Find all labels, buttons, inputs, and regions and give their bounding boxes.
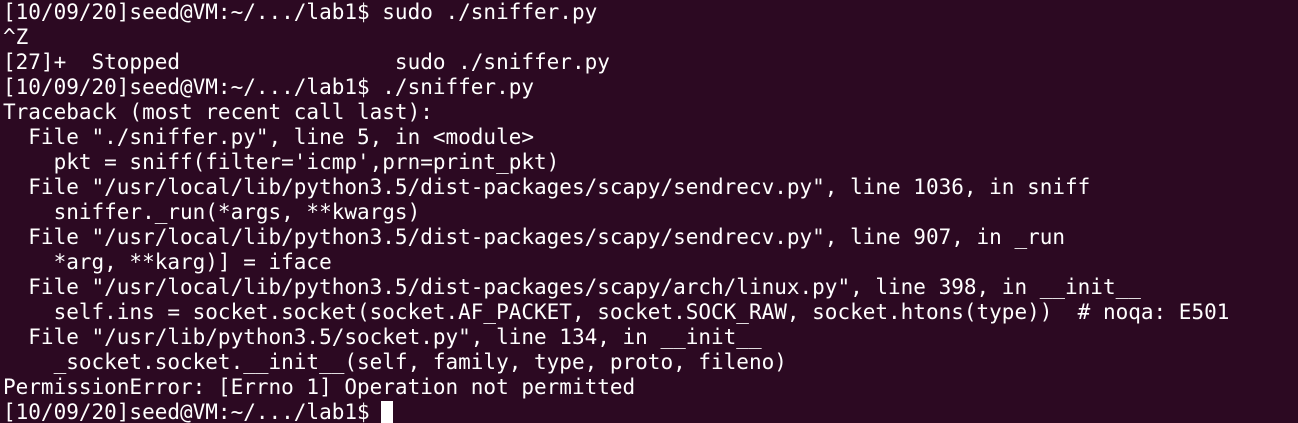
terminal-line: File "/usr/local/lib/python3.5/dist-pack… <box>3 275 1141 299</box>
terminal-line: sniffer._run(*args, **kwargs) <box>3 200 421 224</box>
terminal-line: pkt = sniff(filter='icmp',prn=print_pkt) <box>3 150 560 174</box>
terminal-window[interactable]: [10/09/20]seed@VM:~/.../lab1$ sudo ./sni… <box>0 0 1298 423</box>
terminal-line: File "/usr/local/lib/python3.5/dist-pack… <box>3 225 1066 249</box>
terminal-line: PermissionError: [Errno 1] Operation not… <box>3 375 636 399</box>
terminal-prompt-line[interactable]: [10/09/20]seed@VM:~/.../lab1$ <box>3 400 1298 423</box>
terminal-line: *arg, **karg)] = iface <box>3 250 332 274</box>
terminal-line: ^Z <box>3 25 29 49</box>
terminal-prompt: [10/09/20]seed@VM:~/.../lab1$ <box>3 400 370 423</box>
terminal-line: File "/usr/local/lib/python3.5/dist-pack… <box>3 175 1091 199</box>
terminal-line: [27]+ Stopped sudo ./sniffer.py <box>3 50 610 74</box>
terminal-line: _socket.socket.__init__(self, family, ty… <box>3 350 787 374</box>
terminal-line: [10/09/20]seed@VM:~/.../lab1$ sudo ./sni… <box>3 0 598 24</box>
terminal-line: [10/09/20]seed@VM:~/.../lab1$ ./sniffer.… <box>3 75 535 99</box>
terminal-line: File "./sniffer.py", line 5, in <module> <box>3 125 535 149</box>
terminal-line: File "/usr/lib/python3.5/socket.py", lin… <box>3 325 762 349</box>
terminal-output: [10/09/20]seed@VM:~/.../lab1$ sudo ./sni… <box>3 0 1298 400</box>
terminal-line: Traceback (most recent call last): <box>3 100 433 124</box>
terminal-cursor[interactable] <box>380 401 393 423</box>
terminal-line: self.ins = socket.socket(socket.AF_PACKE… <box>3 300 1230 324</box>
